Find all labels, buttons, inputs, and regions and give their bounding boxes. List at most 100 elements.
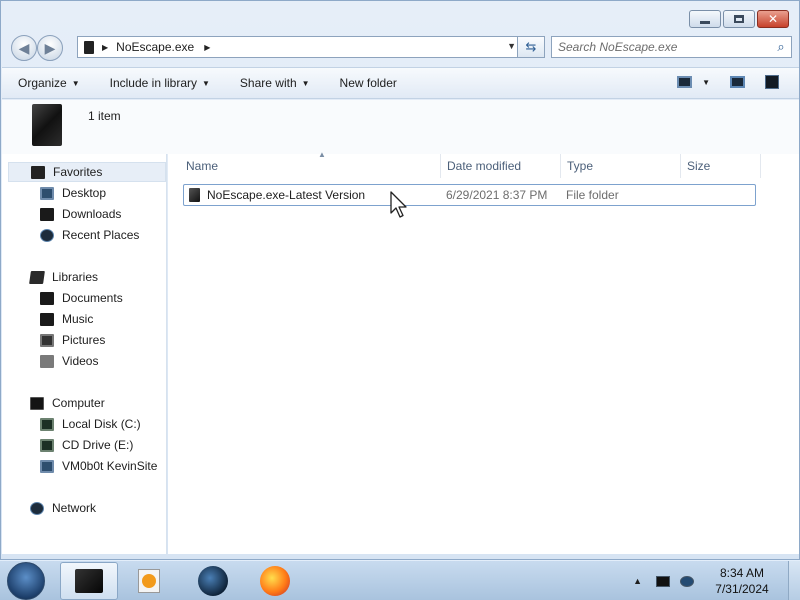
help-icon[interactable]	[765, 75, 779, 89]
organize-menu[interactable]: Organize ▼	[18, 76, 80, 90]
libraries-icon	[29, 270, 45, 284]
media-player-icon	[138, 569, 160, 593]
nav-label: Computer	[52, 396, 105, 410]
folder-large-icon	[32, 104, 62, 146]
maximize-button[interactable]	[723, 10, 755, 28]
pictures-icon	[40, 333, 54, 347]
nav-videos[interactable]: Videos	[40, 351, 98, 371]
start-button[interactable]	[7, 562, 45, 600]
search-icon[interactable]: ⌕	[771, 39, 791, 55]
organize-label: Organize	[18, 76, 67, 90]
file-list: Name ▲ Date modified Type Size NoEscape.e…	[168, 150, 799, 554]
breadcrumb-chevron-icon[interactable]: ▶	[102, 43, 108, 52]
search-input[interactable]: Search NoEscape.exe ⌕	[551, 36, 792, 58]
nav-music[interactable]: Music	[40, 309, 93, 329]
column-header-size[interactable]: Size	[681, 154, 761, 178]
explorer-window: ✕ ◀ ▶ ▶ NoEscape.exe ▶ ▼ ⇆ Search NoEsca…	[0, 0, 800, 560]
breadcrumb-chevron-icon[interactable]: ▶	[204, 43, 210, 52]
videos-icon	[40, 354, 54, 368]
address-history-dropdown-icon[interactable]: ▼	[507, 41, 516, 51]
nav-label: Recent Places	[62, 228, 140, 242]
taskbar-firefox-button[interactable]	[246, 562, 304, 600]
network-drive-icon	[40, 459, 54, 473]
nav-network[interactable]: Network	[30, 498, 96, 518]
hard-drive-icon	[40, 417, 54, 431]
forward-button[interactable]: ▶	[37, 35, 63, 61]
downloads-icon	[40, 207, 54, 221]
minimize-icon	[700, 20, 710, 24]
documents-icon	[40, 291, 54, 305]
nav-documents[interactable]: Documents	[40, 288, 123, 308]
column-header-type[interactable]: Type	[561, 154, 681, 178]
column-header-name[interactable]: Name ▲	[180, 150, 441, 178]
table-row[interactable]: NoEscape.exe-Latest Version 6/29/2021 8:…	[183, 184, 756, 206]
item-count: 1 item	[88, 109, 121, 123]
nav-pictures[interactable]: Pictures	[40, 330, 105, 350]
clock-time: 8:34 AM	[719, 566, 765, 580]
change-view-icon[interactable]	[677, 76, 693, 88]
nav-computer[interactable]: Computer	[30, 393, 105, 413]
share-with-label: Share with	[239, 76, 297, 90]
include-in-library-menu[interactable]: Include in library ▼	[110, 76, 210, 90]
nav-label: Network	[52, 501, 97, 515]
clock-date: 7/31/2024	[715, 582, 769, 596]
preview-pane-icon[interactable]	[730, 76, 745, 88]
taskbar-explorer-button[interactable]	[60, 562, 118, 600]
system-tray: ▲ 8:34 AM 7/31/2024	[633, 561, 800, 600]
search-placeholder[interactable]: Search NoEscape.exe	[558, 40, 771, 54]
back-arrow-icon: ◀	[18, 39, 30, 56]
nav-label: Libraries	[52, 270, 99, 284]
folder-icon	[189, 188, 200, 202]
nav-label: Downloads	[62, 207, 122, 221]
explorer-icon	[75, 569, 103, 593]
view-options-chevron-icon[interactable]: ▼	[702, 78, 710, 87]
address-bar[interactable]: ▶ NoEscape.exe ▶ ▼	[77, 36, 523, 58]
network-icon	[30, 501, 44, 515]
show-desktop-button[interactable]	[788, 561, 800, 600]
navigation-pane: Favorites Desktop Downloads Recent Place…	[2, 154, 167, 554]
music-icon	[40, 312, 54, 326]
file-name[interactable]: NoEscape.exe-Latest Version	[207, 188, 365, 202]
nav-network-share[interactable]: VM0b0t KevinSite	[40, 456, 157, 476]
back-button[interactable]: ◀	[11, 35, 37, 61]
nav-cd-drive[interactable]: CD Drive (E:)	[40, 435, 133, 455]
caption-buttons: ✕	[689, 10, 789, 28]
chevron-down-icon: ▼	[301, 78, 310, 88]
globe-icon	[198, 566, 228, 596]
show-hidden-icons-icon[interactable]: ▲	[633, 576, 642, 586]
close-button[interactable]: ✕	[757, 10, 789, 28]
breadcrumb-segment[interactable]: NoEscape.exe	[116, 40, 194, 54]
navigation-bar: ◀ ▶ ▶ NoEscape.exe ▶ ▼ ⇆ Search NoEscape…	[9, 33, 793, 61]
share-with-menu[interactable]: Share with ▼	[240, 76, 310, 90]
view-controls: ▼	[677, 75, 779, 89]
nav-desktop[interactable]: Desktop	[40, 183, 106, 203]
new-folder-button[interactable]: New folder	[340, 76, 397, 90]
nav-label: VM0b0t KevinSite	[62, 459, 158, 473]
nav-label: Desktop	[62, 186, 107, 200]
nav-favorites[interactable]: Favorites	[8, 162, 166, 182]
nav-label: Favorites	[53, 165, 103, 179]
column-label: Size	[687, 159, 711, 173]
column-label: Date modified	[447, 159, 522, 173]
nav-local-disk[interactable]: Local Disk (C:)	[40, 414, 141, 434]
column-label: Type	[567, 159, 594, 173]
clock[interactable]: 8:34 AM 7/31/2024	[704, 565, 780, 597]
refresh-button[interactable]: ⇆	[517, 36, 545, 58]
details-header: 1 item	[2, 100, 799, 154]
include-in-library-label: Include in library	[109, 76, 197, 90]
nav-label: Documents	[62, 291, 123, 305]
favorites-star-icon	[31, 165, 45, 179]
action-center-icon[interactable]	[680, 575, 694, 587]
taskbar-media-player-button[interactable]	[120, 562, 178, 600]
nav-libraries[interactable]: Libraries	[29, 267, 99, 287]
nav-recent-places[interactable]: Recent Places	[40, 225, 139, 245]
taskbar: ▲ 8:34 AM 7/31/2024	[0, 560, 800, 600]
file-date: 6/29/2021 8:37 PM	[446, 188, 548, 202]
nav-downloads[interactable]: Downloads	[40, 204, 121, 224]
network-status-icon[interactable]	[656, 575, 670, 587]
minimize-button[interactable]	[689, 10, 721, 28]
taskbar-browser-button[interactable]	[184, 562, 242, 600]
column-header-date[interactable]: Date modified	[441, 154, 561, 178]
sort-ascending-icon: ▲	[318, 150, 326, 159]
firefox-icon	[260, 566, 290, 596]
